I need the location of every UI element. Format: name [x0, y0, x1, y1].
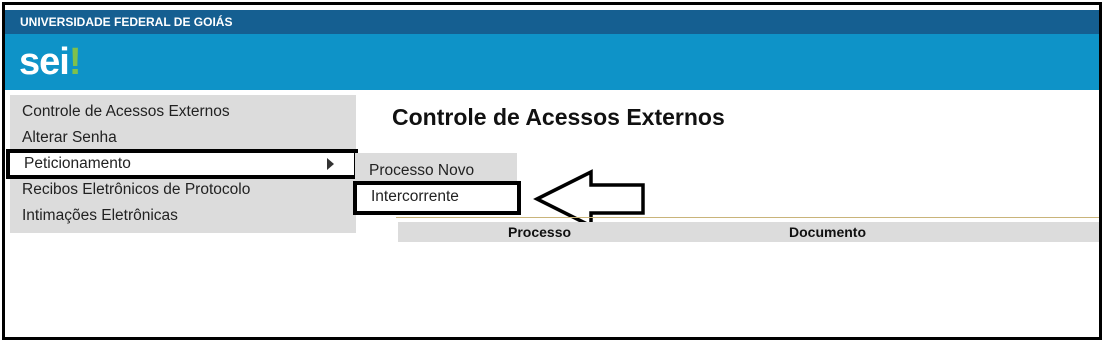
- table-header: Processo Documento: [398, 222, 1099, 242]
- column-header-documento[interactable]: Documento: [789, 224, 866, 240]
- menu-item-alterar-senha[interactable]: Alterar Senha: [10, 126, 356, 150]
- menu-item-intimacoes[interactable]: Intimações Eletrônicas: [10, 204, 356, 228]
- window-frame: UNIVERSIDADE FEDERAL DE GOIÁS sei! Contr…: [2, 2, 1102, 340]
- sei-logo[interactable]: sei!: [19, 38, 82, 86]
- org-bar: UNIVERSIDADE FEDERAL DE GOIÁS: [5, 10, 1099, 34]
- content-divider: [396, 217, 1099, 218]
- menu-item-controle-acessos[interactable]: Controle de Acessos Externos: [10, 100, 356, 124]
- org-name: UNIVERSIDADE FEDERAL DE GOIÁS: [20, 15, 233, 29]
- logo-text: sei: [19, 41, 70, 83]
- peticionamento-submenu: Processo Novo Intercorrente: [353, 153, 521, 215]
- submenu-item-intercorrente[interactable]: Intercorrente: [353, 181, 521, 215]
- logo-mark: !: [68, 41, 82, 83]
- caret-right-icon: [327, 158, 334, 170]
- page-title: Controle de Acessos Externos: [392, 104, 725, 130]
- brand-bar: sei!: [5, 34, 1099, 90]
- menu-item-peticionamento-label: Peticionamento: [24, 155, 131, 172]
- column-header-processo[interactable]: Processo: [508, 224, 571, 240]
- left-arrow-icon: [533, 169, 645, 229]
- main-menu: Controle de Acessos Externos Alterar Sen…: [6, 95, 358, 233]
- menu-item-peticionamento[interactable]: Peticionamento: [6, 149, 358, 179]
- menu-item-recibos[interactable]: Recibos Eletrônicos de Protocolo: [10, 178, 356, 202]
